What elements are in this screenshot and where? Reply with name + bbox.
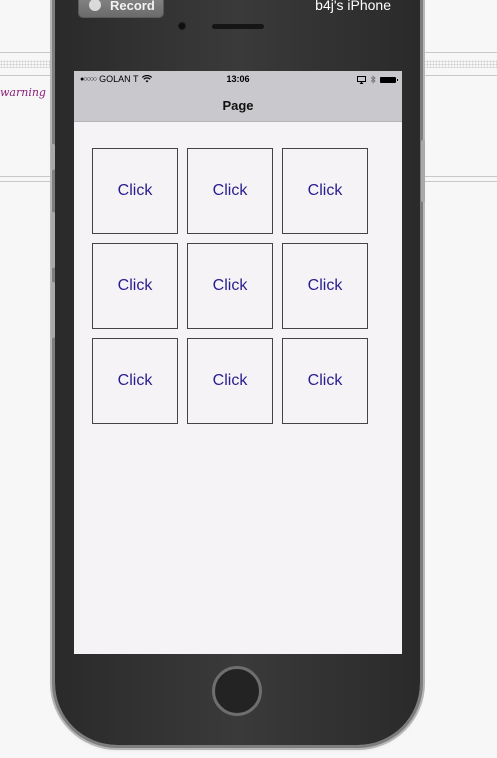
- record-label: Record: [110, 0, 155, 13]
- click-button[interactable]: Click: [92, 338, 178, 424]
- record-button[interactable]: Record: [78, 0, 164, 18]
- page-title: Page: [222, 98, 254, 113]
- battery-icon: [380, 76, 398, 83]
- status-icons: [357, 75, 398, 84]
- home-button[interactable]: [212, 666, 262, 716]
- click-button[interactable]: Click: [187, 148, 273, 234]
- click-button[interactable]: Click: [187, 243, 273, 329]
- click-button[interactable]: Click: [187, 338, 273, 424]
- volume-up-button: [51, 212, 55, 268]
- mute-switch: [51, 144, 55, 170]
- airplay-icon: [357, 75, 366, 84]
- front-camera: [178, 22, 186, 30]
- bluetooth-icon: [370, 75, 376, 84]
- click-button[interactable]: Click: [92, 148, 178, 234]
- status-time: 13:06: [226, 74, 250, 84]
- power-button: [421, 140, 425, 202]
- button-grid: Click Click Click Click Click Click Clic…: [92, 148, 368, 424]
- click-button[interactable]: Click: [282, 243, 368, 329]
- navigation-bar: ●○○○○ GOLAN T 13:06 Page: [74, 71, 402, 122]
- record-dot-icon: [89, 0, 101, 11]
- phone-screen: ●○○○○ GOLAN T 13:06 Page Click Click Cli…: [74, 71, 402, 654]
- click-button[interactable]: Click: [282, 148, 368, 234]
- click-button[interactable]: Click: [282, 338, 368, 424]
- background-warning-text: warning #: [0, 86, 59, 99]
- earpiece-speaker: [212, 24, 264, 29]
- device-name: b4j's iPhone: [315, 0, 391, 13]
- volume-down-button: [51, 282, 55, 338]
- status-bar: ●○○○○ GOLAN T 13:06: [74, 71, 402, 89]
- click-button[interactable]: Click: [92, 243, 178, 329]
